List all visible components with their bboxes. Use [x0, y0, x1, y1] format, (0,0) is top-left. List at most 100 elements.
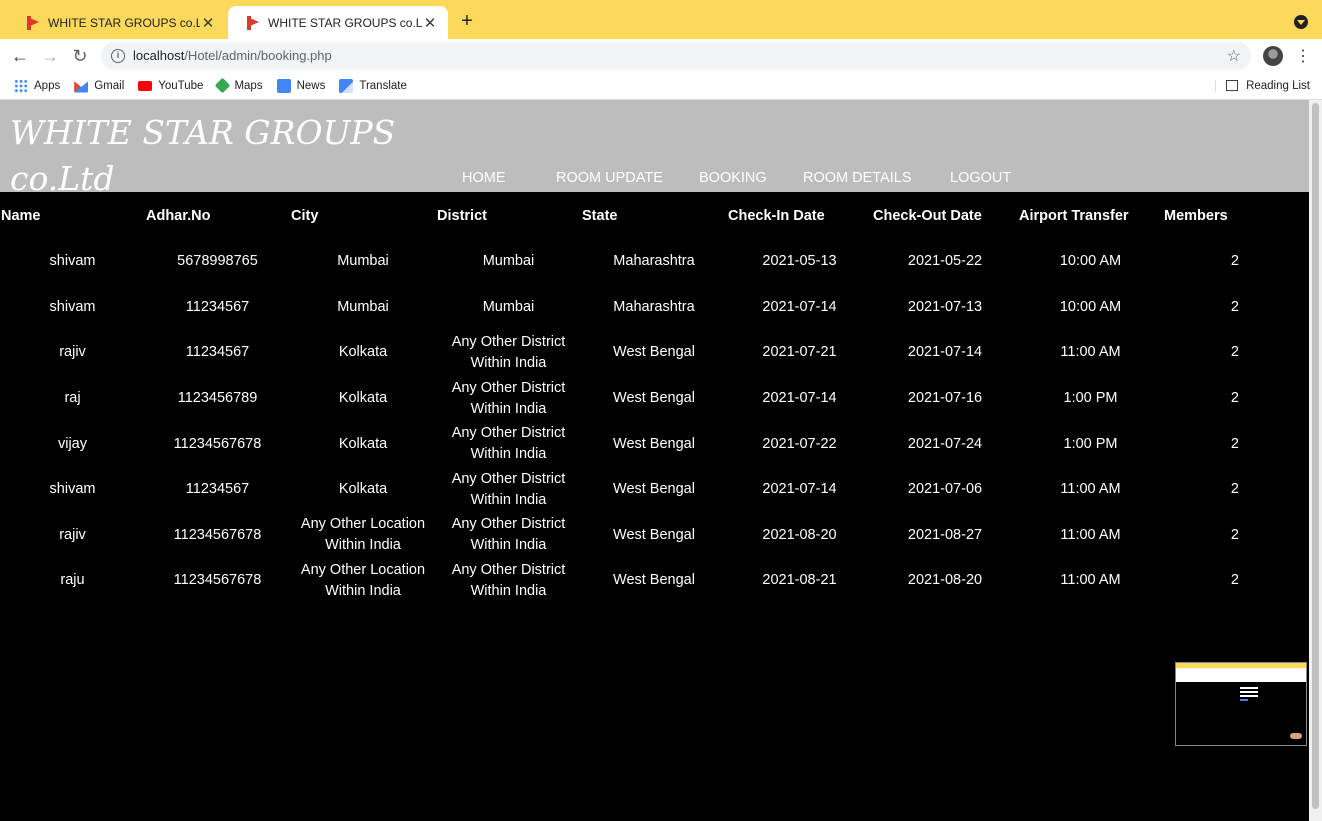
thumbnail-chrome	[1176, 668, 1306, 682]
bookmark-label: Gmail	[94, 79, 125, 92]
table-cell: 11:00 AM	[1060, 526, 1121, 543]
bookmark-gmail[interactable]: Gmail	[74, 79, 124, 93]
close-icon[interactable]: ✕	[422, 14, 438, 32]
table-cell: Any Other District Within India	[451, 516, 566, 554]
table-cell: 10:00 AM	[1059, 298, 1122, 315]
table-cell: 2021-07-24	[907, 435, 983, 452]
table-body: shivam 5678998765 Mumbai Mumbai Maharashtra 2…	[0, 239, 1309, 604]
table-cell: 11234567678	[173, 435, 262, 452]
profile-avatar[interactable]	[1263, 45, 1283, 66]
bookmark-news[interactable]: News	[276, 78, 325, 93]
thumbnail-line	[1240, 687, 1258, 689]
table-row: vijay 11234567678 Kolkata Any Other Distric…	[0, 421, 1309, 467]
table-row: shivam 11234567 Kolkata Any Other District …	[0, 467, 1309, 513]
info-icon[interactable]: i	[111, 48, 125, 63]
table-cell: 2	[1230, 253, 1239, 270]
table-row: shivam 11234567 Mumbai Mumbai Maharashtra 202…	[0, 285, 1309, 331]
table-cell: 2021-07-13	[907, 298, 983, 315]
browser-tab[interactable]: WHITE STAR GROUPS co.Ltd ✕	[8, 6, 226, 39]
tab-search-icon[interactable]	[1294, 15, 1308, 29]
table-cell: 11234567678	[173, 526, 262, 543]
column-header: Members	[1164, 207, 1228, 224]
thumbnail-line	[1240, 695, 1258, 697]
table-cell: 2021-05-13	[762, 253, 837, 270]
table-row: raju 11234567678 Any Other Location Within…	[0, 558, 1309, 604]
table-cell: 2	[1230, 526, 1239, 543]
table-cell: 1:00 PM	[1063, 390, 1118, 407]
nav-booking[interactable]: BOOKING	[699, 170, 767, 186]
nav-logout[interactable]: LOGOUT	[950, 170, 1011, 186]
table-cell: 5678998765	[177, 253, 258, 270]
table-cell: 2	[1230, 481, 1239, 498]
site-nav: HOME ROOM UPDATE BOOKING ROOM DETAILS LO…	[0, 170, 1309, 190]
table-cell: Mumbai	[337, 253, 389, 270]
table-cell: 2	[1230, 435, 1239, 452]
table-cell: 2	[1230, 390, 1239, 407]
table-cell: 2021-07-14	[762, 298, 837, 315]
column-header: City	[291, 207, 319, 224]
table-cell: Any Other Location Within India	[300, 516, 426, 554]
table-cell: Kolkata	[338, 390, 388, 407]
tab-title: WHITE STAR GROUPS co.Ltd	[48, 15, 200, 30]
table-cell: shivam	[49, 298, 96, 315]
table-cell: shivam	[49, 481, 96, 498]
table-cell: raj	[64, 390, 81, 407]
browser-tab-bar: WHITE STAR GROUPS co.Ltd ✕ WHITE STAR GR…	[0, 0, 1322, 39]
table-cell: 2	[1230, 572, 1239, 589]
address-bar[interactable]: i localhost/Hotel/admin/booking.php ☆	[101, 41, 1251, 70]
table-cell: West Bengal	[613, 572, 695, 589]
new-tab-button[interactable]: +	[456, 10, 478, 32]
reading-list-button[interactable]: Reading List	[1215, 79, 1310, 92]
forward-arrow-icon[interactable]: →	[35, 41, 65, 71]
close-icon[interactable]: ✕	[200, 14, 216, 32]
table-cell: Maharashtra	[613, 298, 695, 315]
browser-tab-active[interactable]: WHITE STAR GROUPS co.Ltd ✕	[228, 6, 448, 39]
table-cell: Mumbai	[337, 298, 389, 315]
back-arrow-icon[interactable]: ←	[5, 41, 35, 71]
table-cell: Any Other District Within India	[451, 470, 566, 508]
youtube-icon	[138, 80, 153, 91]
gmail-icon	[74, 81, 89, 93]
nav-room-update[interactable]: ROOM UPDATE	[556, 170, 663, 186]
bookmark-maps[interactable]: Maps	[215, 77, 263, 94]
table-cell: 2021-07-22	[762, 435, 837, 452]
column-header: Airport Transfer	[1019, 207, 1129, 224]
table-cell: rajiv	[59, 344, 86, 361]
table-cell: raju	[60, 572, 85, 589]
bookmark-label: Apps	[34, 79, 61, 92]
bookmark-label: YouTube	[158, 79, 204, 92]
page-scrollbar[interactable]	[1309, 100, 1322, 821]
reload-icon[interactable]: ↻	[65, 41, 95, 71]
table-cell: 11234567	[185, 481, 250, 498]
brand-line-1: WHITE STAR GROUPS	[10, 113, 396, 152]
site-flag-icon	[26, 15, 40, 30]
column-header: Check-In Date	[728, 207, 825, 224]
screenshot-preview-thumbnail[interactable]	[1175, 662, 1307, 746]
table-cell: rajiv	[59, 526, 86, 543]
table-cell: 2021-07-14	[907, 344, 983, 361]
tab-title: WHITE STAR GROUPS co.Ltd	[268, 15, 422, 30]
table-cell: 11234567	[185, 298, 250, 315]
table-cell: 1123456789	[177, 390, 258, 407]
nav-room-details[interactable]: ROOM DETAILS	[803, 170, 912, 186]
more-menu-icon[interactable]: ⋮	[1295, 46, 1311, 66]
bookmark-youtube[interactable]: YouTube	[138, 80, 203, 92]
table-cell: 11:00 AM	[1060, 481, 1121, 498]
bookmarks-bar: Apps Gmail YouTube Maps News Translate R…	[0, 72, 1322, 100]
reading-list-icon	[1226, 80, 1239, 91]
table-row: rajiv 11234567 Kolkata Any Other District W…	[0, 330, 1309, 376]
table-cell: 1:00 PM	[1063, 435, 1118, 452]
table-cell: Kolkata	[338, 435, 388, 452]
table-cell: 2021-08-21	[762, 572, 837, 589]
bookmark-star-icon[interactable]: ☆	[1227, 46, 1241, 66]
table-cell: West Bengal	[613, 435, 695, 452]
nav-home[interactable]: HOME	[462, 170, 506, 186]
table-cell: 2021-07-14	[762, 390, 837, 407]
scrollbar-thumb[interactable]	[1312, 103, 1319, 809]
url-host: localhost	[133, 48, 185, 63]
table-cell: Any Other Location Within India	[300, 561, 426, 599]
column-header: Adhar.No	[146, 207, 211, 224]
bookmark-translate[interactable]: Translate	[339, 78, 407, 93]
hand-icon	[1290, 733, 1302, 739]
bookmark-apps[interactable]: Apps	[14, 78, 61, 93]
